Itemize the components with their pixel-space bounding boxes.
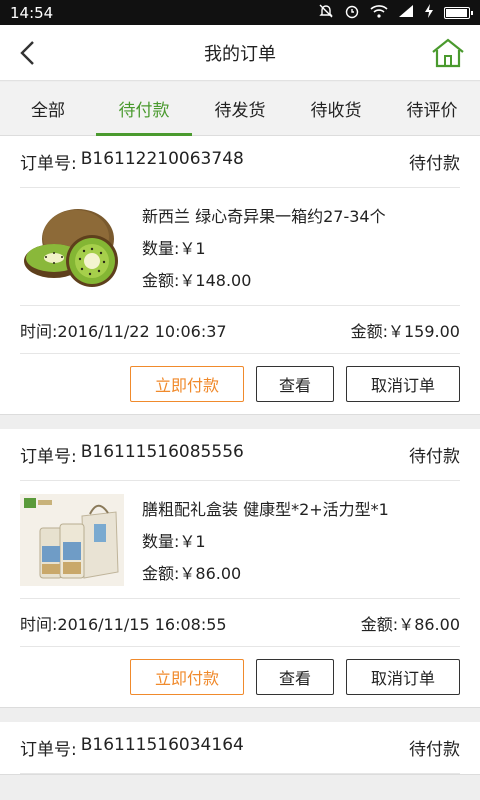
- product-name: 新西兰 绿心奇异果一箱约27-34个: [142, 206, 386, 226]
- time-value: 2016/11/22 10:06:37: [57, 321, 227, 341]
- qty-value: ￥1: [179, 238, 206, 258]
- time-label: 时间:: [20, 321, 58, 341]
- order-status: 待付款: [409, 740, 460, 760]
- status-icons: [318, 3, 473, 23]
- order-actions: 立即付款 查看 取消订单: [20, 647, 460, 707]
- order-card: 订单号: B16111516034164 待付款: [0, 722, 480, 775]
- order-header: 订单号: B16112210063748 待付款: [20, 136, 460, 188]
- product-qty: 数量:￥1: [142, 235, 386, 259]
- amount-label: 金额:: [142, 270, 180, 290]
- order-header: 订单号: B16111516085556 待付款: [20, 429, 460, 481]
- amount-label: 金额:: [142, 563, 180, 583]
- tab-pending-shipment[interactable]: 待发货: [192, 82, 288, 135]
- tab-all[interactable]: 全部: [0, 82, 96, 135]
- total-value: ￥86.00: [398, 614, 460, 634]
- qty-label: 数量:: [142, 531, 180, 551]
- view-button[interactable]: 查看: [256, 366, 334, 402]
- wifi-icon: [370, 4, 388, 22]
- order-status: 待付款: [409, 447, 460, 467]
- order-header: 订单号: B16111516034164 待付款: [20, 722, 460, 774]
- status-bar: 14:54: [0, 0, 480, 25]
- view-button[interactable]: 查看: [256, 659, 334, 695]
- order-total: 金额:￥86.00: [361, 611, 460, 635]
- order-no-label: 订单号:: [20, 740, 77, 760]
- order-total: 金额:￥159.00: [351, 318, 460, 342]
- product-amount: 金额:￥86.00: [142, 560, 389, 584]
- tab-pending-receipt[interactable]: 待收货: [288, 82, 384, 135]
- amount-value: ￥148.00: [179, 270, 252, 290]
- header: 我的订单: [0, 25, 480, 81]
- cancel-order-button[interactable]: 取消订单: [346, 366, 460, 402]
- gift-box-image: [20, 493, 124, 586]
- qty-label: 数量:: [142, 238, 180, 258]
- alarm-icon: [344, 3, 360, 23]
- back-arrow-icon: [20, 41, 34, 65]
- back-button[interactable]: [10, 35, 46, 71]
- order-status: 待付款: [409, 154, 460, 174]
- page-title: 我的订单: [204, 43, 276, 65]
- home-button[interactable]: [428, 35, 468, 71]
- order-no-value: B16111516034164: [80, 735, 244, 755]
- signal-icon: [398, 4, 414, 22]
- status-time: 14:54: [10, 3, 54, 22]
- total-value: ￥159.00: [388, 321, 460, 341]
- order-time: 时间:2016/11/15 16:08:55: [20, 611, 227, 635]
- home-icon: [432, 38, 464, 68]
- product-row[interactable]: 膳粗配礼盒装 健康型*2+活力型*1 数量:￥1 金额:￥86.00: [20, 481, 460, 599]
- product-qty: 数量:￥1: [142, 528, 389, 552]
- product-info: 新西兰 绿心奇异果一箱约27-34个 数量:￥1 金额:￥148.00: [142, 203, 386, 291]
- pay-now-button[interactable]: 立即付款: [130, 366, 244, 402]
- order-card: 订单号: B16112210063748 待付款 新西兰 绿心奇异果一箱约27-…: [0, 136, 480, 415]
- pay-now-button[interactable]: 立即付款: [130, 659, 244, 695]
- total-label: 金额:: [360, 614, 399, 634]
- order-tabs: 全部 待付款 待发货 待收货 待评价: [0, 82, 480, 136]
- time-value: 2016/11/15 16:08:55: [57, 614, 227, 634]
- tab-pending-payment[interactable]: 待付款: [96, 82, 192, 136]
- product-amount: 金额:￥148.00: [142, 267, 386, 291]
- kiwi-image: [24, 208, 118, 287]
- battery-fill: [446, 8, 467, 17]
- order-meta: 时间:2016/11/22 10:06:37 金额:￥159.00: [20, 306, 460, 354]
- order-number: 订单号: B16112210063748: [20, 149, 244, 174]
- mute-icon: [318, 3, 334, 23]
- cancel-order-button[interactable]: 取消订单: [346, 659, 460, 695]
- order-time: 时间:2016/11/22 10:06:37: [20, 318, 227, 342]
- qty-value: ￥1: [179, 531, 206, 551]
- amount-value: ￥86.00: [179, 563, 242, 583]
- order-meta: 时间:2016/11/15 16:08:55 金额:￥86.00: [20, 599, 460, 647]
- order-no-label: 订单号:: [20, 154, 77, 174]
- order-list: 订单号: B16112210063748 待付款 新西兰 绿心奇异果一箱约27-…: [0, 136, 480, 800]
- total-label: 金额:: [350, 321, 388, 341]
- time-label: 时间:: [20, 614, 58, 634]
- tab-pending-review[interactable]: 待评价: [384, 82, 480, 135]
- product-name: 膳粗配礼盒装 健康型*2+活力型*1: [142, 499, 389, 519]
- order-number: 订单号: B16111516085556: [20, 442, 244, 467]
- order-actions: 立即付款 查看 取消订单: [20, 354, 460, 414]
- order-number: 订单号: B16111516034164: [20, 735, 244, 760]
- product-info: 膳粗配礼盒装 健康型*2+活力型*1 数量:￥1 金额:￥86.00: [142, 496, 389, 584]
- charging-icon: [424, 3, 434, 22]
- order-no-value: B16111516085556: [80, 442, 244, 462]
- order-no-value: B16112210063748: [80, 149, 244, 169]
- battery-icon: [444, 6, 473, 19]
- order-no-label: 订单号:: [20, 447, 77, 467]
- order-card: 订单号: B16111516085556 待付款 膳粗配礼盒装 健康型*2+活力…: [0, 429, 480, 708]
- product-row[interactable]: 新西兰 绿心奇异果一箱约27-34个 数量:￥1 金额:￥148.00: [20, 188, 460, 306]
